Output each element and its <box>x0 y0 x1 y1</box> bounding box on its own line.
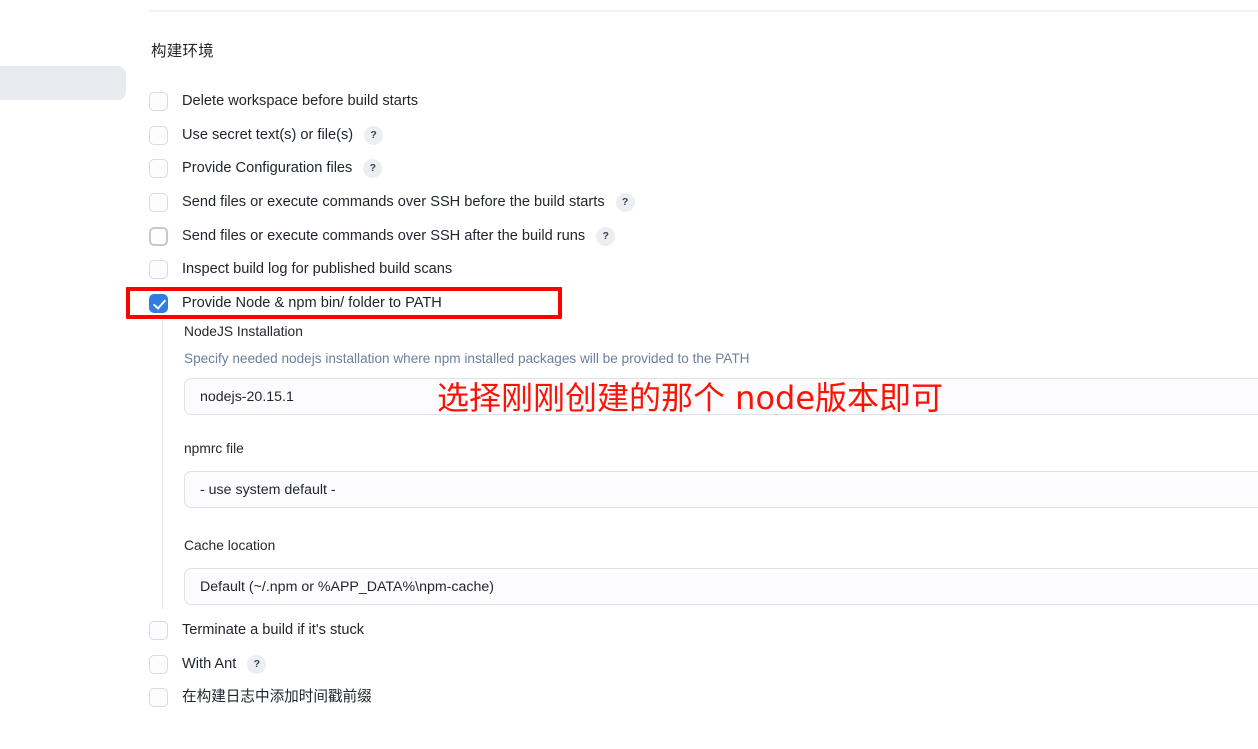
help-icon[interactable]: ? <box>247 654 267 674</box>
checkbox-unchecked[interactable] <box>149 620 168 640</box>
build-option-row[interactable]: Send files or execute commands over SSH … <box>149 191 635 213</box>
build-option-row[interactable]: 在构建日志中添加时间戳前缀 <box>149 686 372 708</box>
checkbox-unchecked[interactable] <box>149 687 168 707</box>
build-option-row[interactable]: Provide Configuration files? <box>149 157 383 179</box>
cache-location-input[interactable]: Default (~/.npm or %APP_DATA%\npm-cache) <box>184 568 1258 605</box>
page-title: 构建环境 <box>151 43 214 60</box>
checkbox-checked[interactable] <box>149 293 168 313</box>
annotation-note-text: 选择刚刚创建的那个 node版本即可 <box>437 379 944 417</box>
checkbox-unchecked[interactable] <box>149 192 168 212</box>
help-icon[interactable]: ? <box>615 192 635 212</box>
build-option-row[interactable]: Delete workspace before build starts <box>149 90 418 112</box>
build-option-row[interactable]: Use secret text(s) or file(s)? <box>149 124 384 146</box>
help-icon[interactable]: ? <box>596 226 616 246</box>
sidebar-active-item[interactable] <box>0 66 126 100</box>
help-icon[interactable]: ? <box>364 125 384 145</box>
build-option-label: Provide Configuration files <box>182 160 353 176</box>
checkbox-unchecked[interactable] <box>149 226 168 246</box>
build-option-label: With Ant <box>182 656 237 672</box>
build-option-label: Provide Node & npm bin/ folder to PATH <box>182 295 442 311</box>
checkbox-unchecked[interactable] <box>149 259 168 279</box>
npmrc-file-label: npmrc file <box>184 441 244 456</box>
build-option-row[interactable]: Terminate a build if it's stuck <box>149 619 364 641</box>
nodejs-installation-label: NodeJS Installation <box>184 324 303 339</box>
checkbox-unchecked[interactable] <box>149 91 168 111</box>
build-option-label: Delete workspace before build starts <box>182 93 419 109</box>
build-option-label: Use secret text(s) or file(s) <box>182 127 354 143</box>
nodejs-config-panel: NodeJS Installation Specify needed nodej… <box>162 320 1258 609</box>
build-environment-panel: 构建环境 Delete workspace before build start… <box>149 0 1258 749</box>
help-icon[interactable]: ? <box>363 158 383 178</box>
checkbox-unchecked[interactable] <box>149 125 168 145</box>
npmrc-file-select[interactable]: - use system default - <box>184 471 1258 508</box>
left-sidebar-rail <box>0 0 126 749</box>
build-option-row[interactable]: Inspect build log for published build sc… <box>149 258 452 280</box>
build-option-row[interactable]: Provide Node & npm bin/ folder to PATH <box>149 292 442 314</box>
build-option-row[interactable]: Send files or execute commands over SSH … <box>149 225 616 247</box>
checkbox-unchecked[interactable] <box>149 654 168 674</box>
checkbox-unchecked[interactable] <box>149 158 168 178</box>
build-option-row[interactable]: With Ant? <box>149 653 267 675</box>
build-option-label: Terminate a build if it's stuck <box>182 622 365 638</box>
build-option-label: 在构建日志中添加时间戳前缀 <box>182 689 372 705</box>
build-option-label: Send files or execute commands over SSH … <box>182 228 586 244</box>
build-option-label: Inspect build log for published build sc… <box>182 261 453 277</box>
build-option-label: Send files or execute commands over SSH … <box>182 194 605 210</box>
cache-location-label: Cache location <box>184 538 276 553</box>
nodejs-installation-description: Specify needed nodejs installation where… <box>184 351 750 366</box>
